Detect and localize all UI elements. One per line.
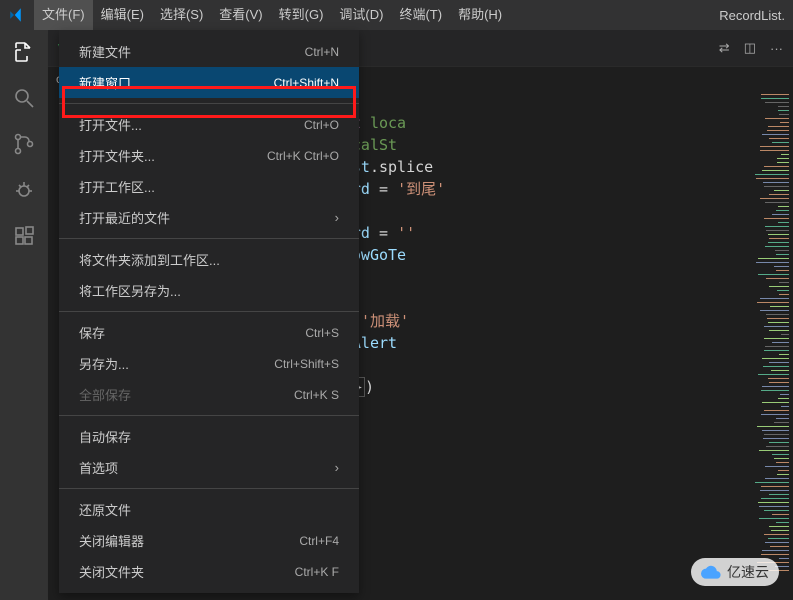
menu-item-16[interactable]: 首选项 › xyxy=(59,452,359,483)
menu-7[interactable]: 帮助(H) xyxy=(450,0,510,30)
app-icon xyxy=(8,6,26,24)
watermark-text: 亿速云 xyxy=(727,562,769,582)
menu-item-11[interactable]: 保存 Ctrl+S xyxy=(59,317,359,348)
menu-item-15[interactable]: 自动保存 xyxy=(59,421,359,452)
search-icon[interactable] xyxy=(10,84,38,112)
menu-item-18[interactable]: 还原文件 xyxy=(59,494,359,525)
cloud-icon xyxy=(701,565,721,579)
menu-item-label: 打开文件... xyxy=(79,115,142,134)
menu-shortcut: Ctrl+Shift+N xyxy=(274,76,339,90)
menu-item-19[interactable]: 关闭编辑器 Ctrl+F4 xyxy=(59,525,359,556)
menu-item-label: 新建文件 xyxy=(79,42,131,61)
explorer-icon[interactable] xyxy=(10,38,38,66)
menu-shortcut: Ctrl+O xyxy=(304,118,339,132)
compare-icon[interactable]: ⇄ xyxy=(719,40,730,56)
menu-item-0[interactable]: 新建文件 Ctrl+N xyxy=(59,36,359,67)
menu-item-label: 关闭编辑器 xyxy=(79,531,144,550)
submenu-arrow-icon: › xyxy=(335,460,339,475)
more-icon[interactable]: ··· xyxy=(770,41,783,56)
menu-item-8[interactable]: 将文件夹添加到工作区... xyxy=(59,244,359,275)
menu-item-9[interactable]: 将工作区另存为... xyxy=(59,275,359,306)
menu-item-13: 全部保存 Ctrl+K S xyxy=(59,379,359,410)
menu-2[interactable]: 选择(S) xyxy=(152,0,211,30)
menu-item-label: 将文件夹添加到工作区... xyxy=(79,250,220,269)
menu-item-label: 打开工作区... xyxy=(79,177,155,196)
debug-icon[interactable] xyxy=(10,176,38,204)
menu-4[interactable]: 转到(G) xyxy=(271,0,332,30)
menu-item-label: 全部保存 xyxy=(79,385,131,404)
menu-shortcut: Ctrl+F4 xyxy=(299,534,339,548)
activity-bar xyxy=(0,30,48,600)
menu-shortcut: Ctrl+Shift+S xyxy=(274,357,339,371)
tab-actions: ⇄ ◫ ··· xyxy=(709,30,793,66)
menu-separator xyxy=(59,311,359,312)
split-editor-icon[interactable]: ◫ xyxy=(744,40,756,56)
menu-item-4[interactable]: 打开文件夹... Ctrl+K Ctrl+O xyxy=(59,140,359,171)
menu-shortcut: Ctrl+K Ctrl+O xyxy=(267,149,339,163)
watermark: 亿速云 xyxy=(691,558,779,586)
menu-5[interactable]: 调试(D) xyxy=(331,0,391,30)
menu-item-6[interactable]: 打开最近的文件 › xyxy=(59,202,359,233)
menu-shortcut: Ctrl+S xyxy=(305,326,339,340)
menu-item-label: 还原文件 xyxy=(79,500,131,519)
source-control-icon[interactable] xyxy=(10,130,38,158)
menu-shortcut: Ctrl+K S xyxy=(294,388,339,402)
menu-item-label: 将工作区另存为... xyxy=(79,281,181,300)
menu-separator xyxy=(59,488,359,489)
menu-item-label: 打开文件夹... xyxy=(79,146,155,165)
menu-shortcut: Ctrl+K F xyxy=(295,565,339,579)
minimap[interactable] xyxy=(755,90,793,600)
menu-item-label: 保存 xyxy=(79,323,105,342)
menu-shortcut: Ctrl+N xyxy=(305,45,339,59)
menu-3[interactable]: 查看(V) xyxy=(211,0,270,30)
menu-item-5[interactable]: 打开工作区... xyxy=(59,171,359,202)
menu-item-label: 自动保存 xyxy=(79,427,131,446)
menu-separator xyxy=(59,103,359,104)
submenu-arrow-icon: › xyxy=(335,210,339,225)
menu-6[interactable]: 终端(T) xyxy=(391,0,450,30)
menu-item-label: 另存为... xyxy=(79,354,129,373)
menu-item-12[interactable]: 另存为... Ctrl+Shift+S xyxy=(59,348,359,379)
menu-bar: 文件(F)编辑(E)选择(S)查看(V)转到(G)调试(D)终端(T)帮助(H) xyxy=(34,0,510,30)
menu-item-label: 打开最近的文件 xyxy=(79,208,170,227)
menu-item-1[interactable]: 新建窗口 Ctrl+Shift+N xyxy=(59,67,359,98)
menu-item-3[interactable]: 打开文件... Ctrl+O xyxy=(59,109,359,140)
menu-0[interactable]: 文件(F) xyxy=(34,0,93,30)
menu-item-20[interactable]: 关闭文件夹 Ctrl+K F xyxy=(59,556,359,587)
title-bar: 文件(F)编辑(E)选择(S)查看(V)转到(G)调试(D)终端(T)帮助(H)… xyxy=(0,0,793,30)
menu-item-label: 关闭文件夹 xyxy=(79,562,144,581)
extensions-icon[interactable] xyxy=(10,222,38,250)
file-menu-dropdown[interactable]: 新建文件Ctrl+N新建窗口Ctrl+Shift+N打开文件...Ctrl+O打… xyxy=(59,30,359,593)
menu-1[interactable]: 编辑(E) xyxy=(93,0,152,30)
menu-separator xyxy=(59,415,359,416)
menu-separator xyxy=(59,238,359,239)
window-title: RecordList. xyxy=(719,8,785,23)
menu-item-label: 新建窗口 xyxy=(79,73,131,92)
menu-item-label: 首选项 xyxy=(79,458,118,477)
